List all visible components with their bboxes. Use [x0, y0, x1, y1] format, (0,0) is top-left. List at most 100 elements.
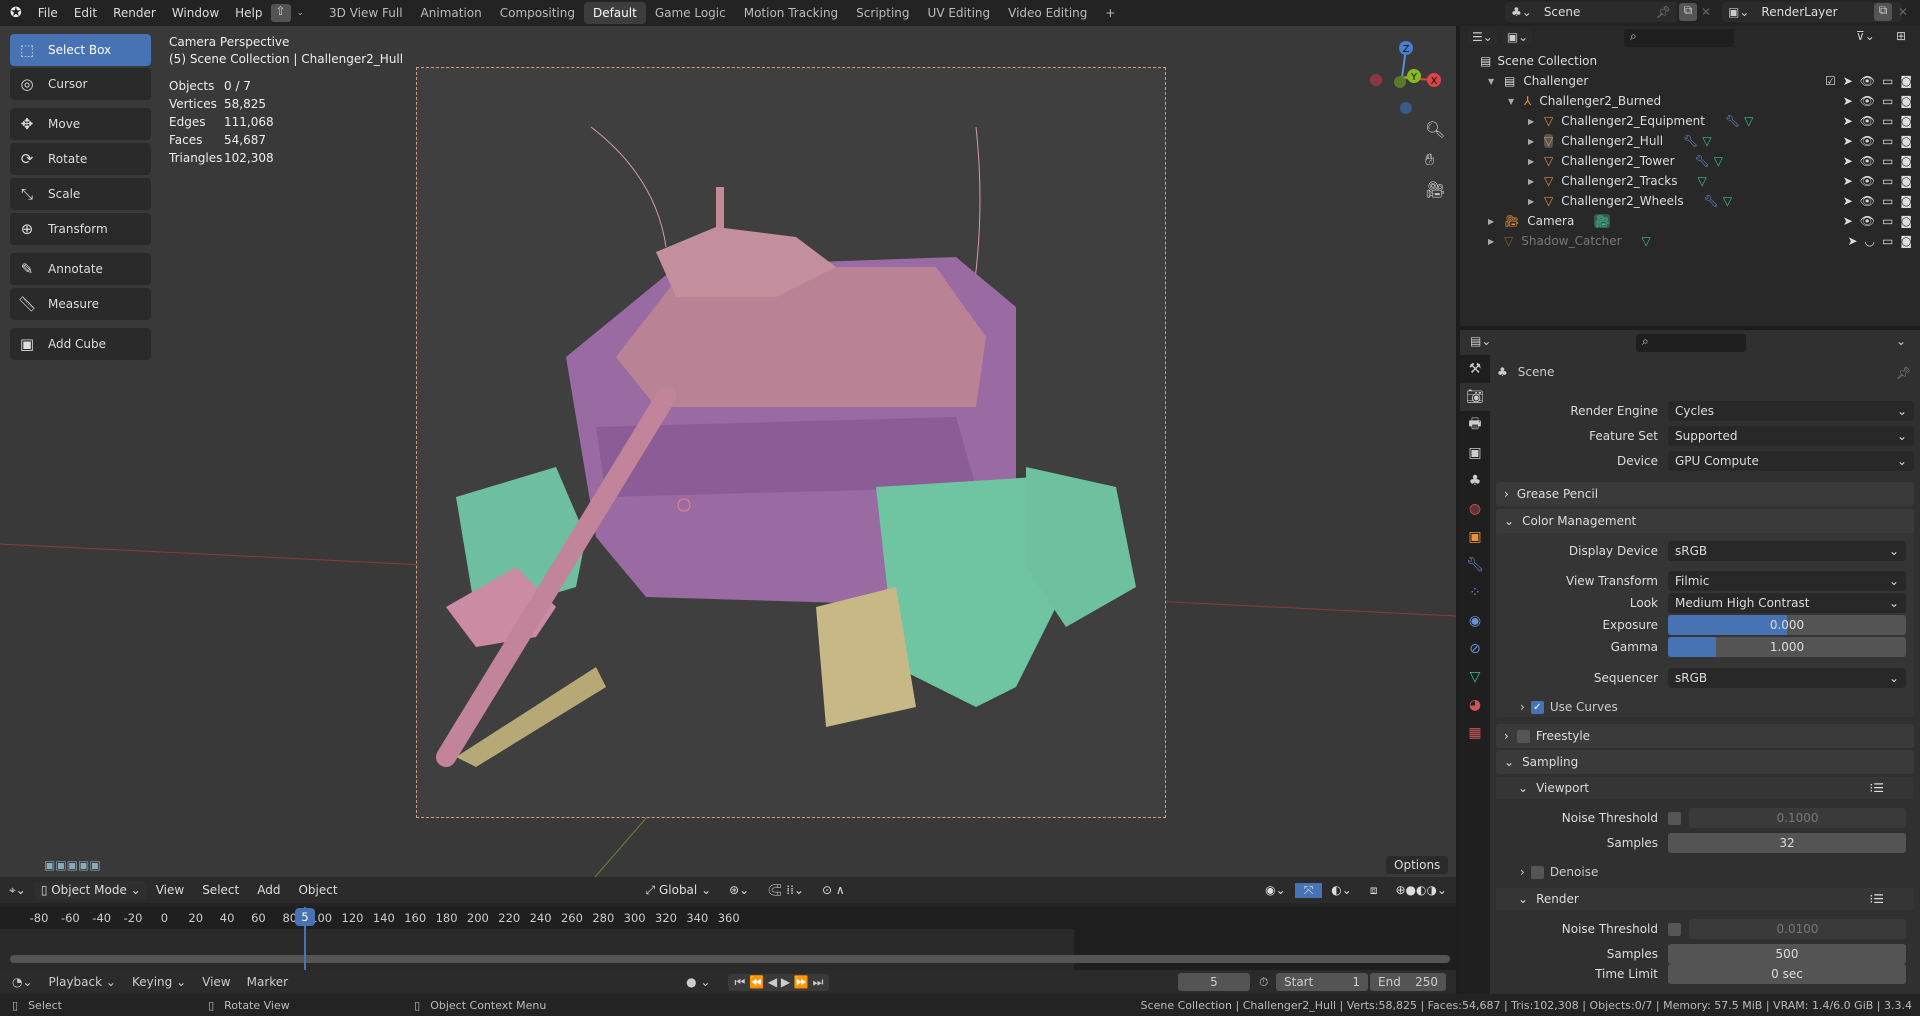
- outliner-search-input[interactable]: ⌕: [1624, 29, 1734, 47]
- menu-view[interactable]: View: [194, 975, 238, 989]
- delete-scene-icon[interactable]: ✕: [1701, 5, 1711, 19]
- render-tab-icon[interactable]: 📷︎: [1460, 383, 1490, 411]
- snap-icon[interactable]: 🧲︎ ⁞⁞⌄: [758, 883, 813, 897]
- exposure-slider[interactable]: 0.000: [1668, 615, 1906, 635]
- menu-marker[interactable]: Marker: [239, 975, 296, 989]
- panel-color-management[interactable]: ⌄ Color Management: [1496, 509, 1914, 533]
- tab-animation[interactable]: Animation: [412, 2, 491, 24]
- tank-model[interactable]: [416, 67, 1166, 818]
- physics-tab-icon[interactable]: ◉: [1460, 607, 1490, 635]
- shading-modes[interactable]: ⊕●◐◑⌄: [1386, 883, 1456, 897]
- menu-render[interactable]: Render: [105, 6, 164, 20]
- menu-keying[interactable]: Keying ⌄: [124, 975, 194, 989]
- properties-search-input[interactable]: ⌕: [1636, 334, 1746, 352]
- chevron-down-icon[interactable]: ⌄: [1896, 334, 1906, 348]
- menu-edit[interactable]: Edit: [66, 6, 105, 20]
- new-view-layer-icon[interactable]: ⧉: [1874, 3, 1892, 21]
- add-workspace-button[interactable]: +: [1096, 2, 1124, 24]
- tool-measure[interactable]: 📏︎ Measure: [10, 288, 151, 320]
- view-transform-dropdown[interactable]: Filmic ⌄: [1668, 571, 1906, 591]
- menu-help[interactable]: Help: [227, 6, 270, 20]
- tab-compositing[interactable]: Compositing: [491, 2, 584, 24]
- pivot-icon[interactable]: ⊛⌄: [720, 883, 758, 897]
- freestyle-checkbox[interactable]: [1516, 729, 1530, 743]
- tab-uv-editing[interactable]: UV Editing: [919, 2, 1000, 24]
- tab-default[interactable]: Default: [583, 2, 646, 24]
- selection-mode-icons[interactable]: ▣▣▣▣▣: [44, 858, 101, 872]
- menu-view[interactable]: View: [147, 883, 193, 897]
- tab-game-logic[interactable]: Game Logic: [646, 2, 735, 24]
- device-dropdown[interactable]: GPU Compute ⌄: [1668, 451, 1914, 471]
- menu-window[interactable]: Window: [164, 6, 227, 20]
- gamma-slider[interactable]: 1.000: [1668, 637, 1906, 657]
- subpanel-render[interactable]: ⌄ Render ⁝☰: [1496, 888, 1914, 910]
- tool-rotate[interactable]: ⟳ Rotate: [10, 143, 151, 175]
- timeline-editor-icon[interactable]: ◔⌄: [0, 975, 41, 989]
- transform-orientation[interactable]: ⤢ Global ⌄: [637, 883, 721, 898]
- tool-select-box[interactable]: ⬚ Select Box: [10, 34, 151, 66]
- new-collection-icon[interactable]: ⊞: [1896, 29, 1906, 43]
- outliner-row-burned[interactable]: ▼ ⅄ Challenger2_Burned ➤ 👁︎ ▭ ◙: [1460, 91, 1920, 111]
- use-curves-checkbox[interactable]: ✓: [1530, 700, 1544, 714]
- denoise-toggle[interactable]: › Denoise: [1520, 865, 1598, 879]
- menu-select[interactable]: Select: [193, 883, 248, 897]
- proportional-edit-icon[interactable]: ⊙ ∧: [813, 883, 854, 897]
- frame-ruler[interactable]: -80 -60 -40 -20 0 20 40 60 80 100 120 140 160 180 200 2…: [0, 907, 1456, 929]
- mode-selector[interactable]: ▯ Object Mode ⌄: [34, 881, 147, 899]
- r-noise-field[interactable]: 0.0100: [1689, 919, 1906, 939]
- vp-samples-field[interactable]: 32: [1668, 833, 1906, 853]
- object-tab-icon[interactable]: ▣: [1460, 523, 1490, 551]
- look-dropdown[interactable]: Medium High Contrast ⌄: [1668, 593, 1906, 613]
- scene-name[interactable]: Scene: [1544, 5, 1581, 19]
- view-layer-tab-icon[interactable]: ▣: [1460, 439, 1490, 467]
- 3d-viewport[interactable]: Camera Perspective (5) Scene Collection …: [0, 26, 1456, 877]
- playback-controls[interactable]: ⏮ ⏪ ◀ ▶ ⏩ ⏭: [728, 973, 830, 991]
- navigation-gizmo[interactable]: Z X Y: [1362, 32, 1446, 116]
- vp-noise-checkbox[interactable]: [1668, 811, 1681, 825]
- overlay-toggle-icon[interactable]: ◐⌄: [1322, 883, 1361, 897]
- tab-motion-tracking[interactable]: Motion Tracking: [735, 2, 847, 24]
- denoise-checkbox[interactable]: [1530, 865, 1544, 879]
- menu-playback[interactable]: Playback ⌄: [41, 975, 124, 989]
- tab-scripting[interactable]: Scripting: [847, 2, 918, 24]
- panel-sampling[interactable]: ⌄ Sampling: [1496, 750, 1914, 774]
- timer-icon[interactable]: ⏱: [1259, 975, 1268, 990]
- visibility-icon[interactable]: ◉⌄: [1256, 883, 1295, 897]
- current-frame-indicator[interactable]: 5: [295, 908, 315, 926]
- output-tab-icon[interactable]: 🖶: [1460, 411, 1490, 439]
- gizmo-toggle-icon[interactable]: ⤧: [1294, 882, 1323, 898]
- options-button[interactable]: Options: [1386, 856, 1449, 874]
- end-frame-field[interactable]: End 250: [1370, 973, 1446, 991]
- tool-transform[interactable]: ⊕ Transform: [10, 213, 151, 245]
- scene-tab-icon[interactable]: ♣: [1460, 467, 1490, 495]
- upload-icon[interactable]: ⇧: [270, 4, 291, 22]
- r-samples-field[interactable]: 500: [1668, 944, 1906, 964]
- chevron-down-icon[interactable]: ⌄: [291, 8, 321, 18]
- menu-add[interactable]: Add: [248, 883, 289, 897]
- outliner-row-camera[interactable]: ▶ 🎥︎ Camera 🎥︎ ➤ 👁︎ ▭ ◙: [1460, 211, 1920, 231]
- outliner-row-tracks[interactable]: ▶ ▽ Challenger2_Tracks ▽ ➤ 👁︎ ▭ ◙: [1460, 171, 1920, 191]
- visibility-toggles[interactable]: ➤ 👁︎ ▭ ◙: [1843, 94, 1912, 108]
- filter-icon[interactable]: ⊽⌄: [1856, 29, 1875, 43]
- texture-tab-icon[interactable]: ▦: [1460, 719, 1490, 747]
- modifier-tab-icon[interactable]: 🔧︎: [1460, 551, 1490, 579]
- display-mode-icon[interactable]: ☰⌄: [1468, 29, 1497, 45]
- outliner-row-shadow-catcher[interactable]: ▶ ▽ Shadow_Catcher ▽ ➤ ◡ ▭ ◙: [1460, 231, 1920, 251]
- constraints-tab-icon[interactable]: ⊘: [1460, 635, 1490, 663]
- editor-type-icon[interactable]: ⌖⌄: [0, 883, 35, 898]
- tab-video-editing[interactable]: Video Editing: [999, 2, 1096, 24]
- delete-view-layer-icon[interactable]: ✕: [1898, 5, 1908, 19]
- properties-editor-type-icon[interactable]: ▤⌄: [1470, 334, 1491, 348]
- scene-selector[interactable]: ♣⌄ Scene 📌︎: [1505, 2, 1677, 22]
- view-layer-filter-icon[interactable]: ▣⌄: [1502, 29, 1533, 45]
- outliner-row-hull[interactable]: ▶ ▽ Challenger2_Hull 🔧︎ ▽ ➤ 👁︎ ▭ ◙: [1460, 131, 1920, 151]
- current-frame-field[interactable]: 5: [1178, 973, 1250, 991]
- timeline-scrollbar[interactable]: [10, 955, 1450, 963]
- outliner-row-tower[interactable]: ▶ ▽ Challenger2_Tower 🔧︎ ▽ ➤ 👁︎ ▭ ◙: [1460, 151, 1920, 171]
- camera-view-icon[interactable]: 🎥︎: [1425, 180, 1445, 199]
- pin-icon[interactable]: 📌︎: [1656, 5, 1671, 19]
- vp-noise-field[interactable]: 0.1000: [1689, 808, 1906, 828]
- menu-object[interactable]: Object: [289, 883, 346, 897]
- tool-move[interactable]: ✥ Move: [10, 108, 151, 140]
- outliner-row-equipment[interactable]: ▶ ▽ Challenger2_Equipment 🔧︎ ▽ ➤ 👁︎ ▭ ◙: [1460, 111, 1920, 131]
